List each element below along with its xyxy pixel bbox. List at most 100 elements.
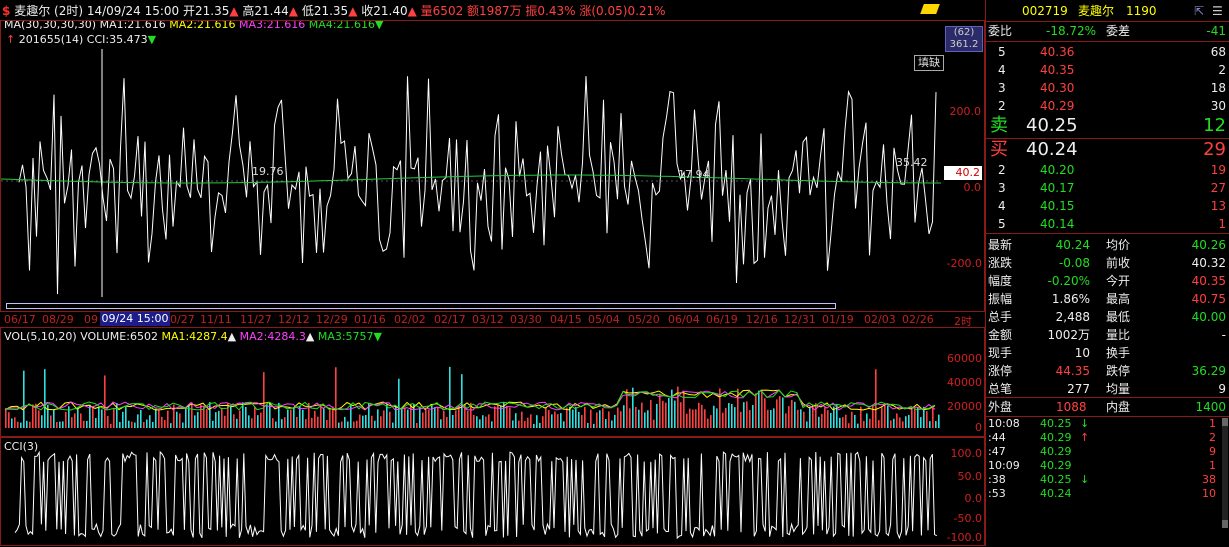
volume-bar	[809, 407, 811, 428]
volume-bar	[131, 421, 133, 428]
sell-order-row[interactable]: 5 40.36 68	[986, 43, 1229, 61]
volume-bar	[818, 416, 820, 428]
cci-main-plot	[1, 49, 941, 297]
volume-bar	[32, 404, 34, 428]
volume-bar	[707, 418, 709, 428]
volume-bar	[575, 407, 577, 428]
order-price: 40.17	[1040, 181, 1075, 195]
volume-bar	[194, 415, 196, 428]
volume-bar	[179, 413, 181, 428]
weibi-label: 委比	[988, 24, 1013, 38]
volume-bar	[554, 411, 556, 428]
volume-bar	[146, 419, 148, 428]
order-volume: 27	[1210, 181, 1226, 195]
buy1-row[interactable]: 买 40.24 29	[986, 139, 1229, 161]
lock-icon[interactable]	[920, 4, 940, 14]
buy-order-row[interactable]: 3 40.17 27	[986, 179, 1229, 197]
volume-bar	[854, 414, 856, 428]
stock-name: 麦趣尔	[14, 4, 51, 18]
tick-time: :53	[988, 487, 1006, 500]
volume-bar	[803, 411, 805, 428]
scroll-down-icon[interactable]	[1222, 520, 1228, 528]
volume-bar	[593, 423, 595, 428]
volume-bar	[590, 409, 592, 428]
volume-bar	[83, 420, 85, 428]
volume-bar	[704, 409, 706, 428]
volume-bar	[134, 422, 136, 428]
tick-price: 40.29	[1040, 459, 1072, 472]
main-chart-panel[interactable]	[0, 20, 985, 312]
volume-bar	[212, 420, 214, 428]
volume-bar	[221, 407, 223, 428]
volume-bar	[650, 399, 652, 428]
date-tick: 02/02	[394, 313, 426, 326]
volume-bar	[200, 404, 202, 428]
scroll-up-icon[interactable]	[1222, 418, 1228, 426]
sell-order-row[interactable]: 2 40.29 30	[986, 97, 1229, 115]
volume-bar	[656, 403, 658, 428]
buy-order-row[interactable]: 4 40.15 13	[986, 197, 1229, 215]
sell1-row[interactable]: 卖 40.25 12	[986, 115, 1229, 137]
stat-value: 40.75	[1191, 292, 1226, 306]
stat-value: 1002万	[1047, 328, 1090, 342]
weibi-value: -18.72%	[1046, 24, 1097, 38]
volume-bar	[188, 404, 190, 428]
tick-price: 40.29	[1040, 445, 1072, 458]
volume-bar	[353, 421, 355, 428]
stat-label: 前收	[1106, 256, 1131, 270]
date-tick: 12/16	[746, 313, 778, 326]
stock-code: 002719	[1022, 4, 1068, 18]
volume-bar	[191, 402, 193, 428]
order-price: 40.36	[1040, 45, 1075, 59]
volume-bar	[842, 417, 844, 428]
sell-order-row[interactable]: 3 40.30 18	[986, 79, 1229, 97]
buy-order-row[interactable]: 5 40.14 1	[986, 215, 1229, 233]
buy-order-row[interactable]: 2 40.20 19	[986, 161, 1229, 179]
volume-bar	[359, 414, 361, 428]
tick-price: 40.24	[1040, 487, 1072, 500]
volume-bar	[572, 409, 574, 428]
date-tick: 01/19	[822, 313, 854, 326]
volume-bar	[365, 415, 367, 428]
volume-bar	[644, 412, 646, 428]
volume-bar	[689, 408, 691, 428]
cci-panel[interactable]	[0, 437, 985, 546]
volume-bar	[446, 417, 448, 428]
stat-row: 振幅 1.86% 最高 40.75	[986, 290, 1229, 308]
order-price: 40.35	[1040, 63, 1075, 77]
volume-bar	[887, 405, 889, 428]
tick-row: 10:09 40.29 1	[986, 459, 1229, 473]
volume-bar	[329, 407, 331, 428]
tick-scrollbar[interactable]	[1222, 418, 1228, 528]
volume-bar	[587, 422, 589, 428]
order-volume: 18	[1210, 81, 1226, 95]
volume-bar	[863, 421, 865, 428]
volume-bar	[56, 421, 58, 428]
stat-row: 总手 2,488 最低 40.00	[986, 308, 1229, 326]
time-scrollbar[interactable]	[6, 303, 836, 309]
stat-label: 总手	[988, 310, 1013, 324]
volume-bar	[404, 407, 406, 428]
volume-panel[interactable]	[0, 327, 985, 437]
volume-bar	[62, 421, 64, 428]
neipan-value: 1400	[1195, 400, 1226, 414]
vol-axis-0: 0	[975, 421, 982, 434]
chart-switch-icon[interactable]: ⇱	[1194, 2, 1204, 20]
date-tick: 03/12	[472, 313, 504, 326]
period-badge[interactable]: (62) 361.2	[945, 26, 983, 52]
volume-bar	[551, 414, 553, 428]
settings-icon[interactable]: ☰	[1212, 2, 1223, 20]
volume-bar	[341, 421, 343, 428]
volume-bar	[680, 402, 682, 428]
volume-bar	[743, 402, 745, 428]
sell-order-row[interactable]: 4 40.35 2	[986, 61, 1229, 79]
volume-bar	[29, 421, 31, 428]
volume-bar	[890, 420, 892, 428]
volume-bar	[548, 410, 550, 428]
volume-bar	[155, 408, 157, 428]
volume-bar	[674, 400, 676, 428]
dollar-icon[interactable]: $	[2, 4, 10, 18]
volume-bar	[638, 409, 640, 428]
vol-axis-60000: 60000	[947, 352, 982, 365]
fill-gap-button[interactable]: 填缺	[914, 55, 944, 71]
